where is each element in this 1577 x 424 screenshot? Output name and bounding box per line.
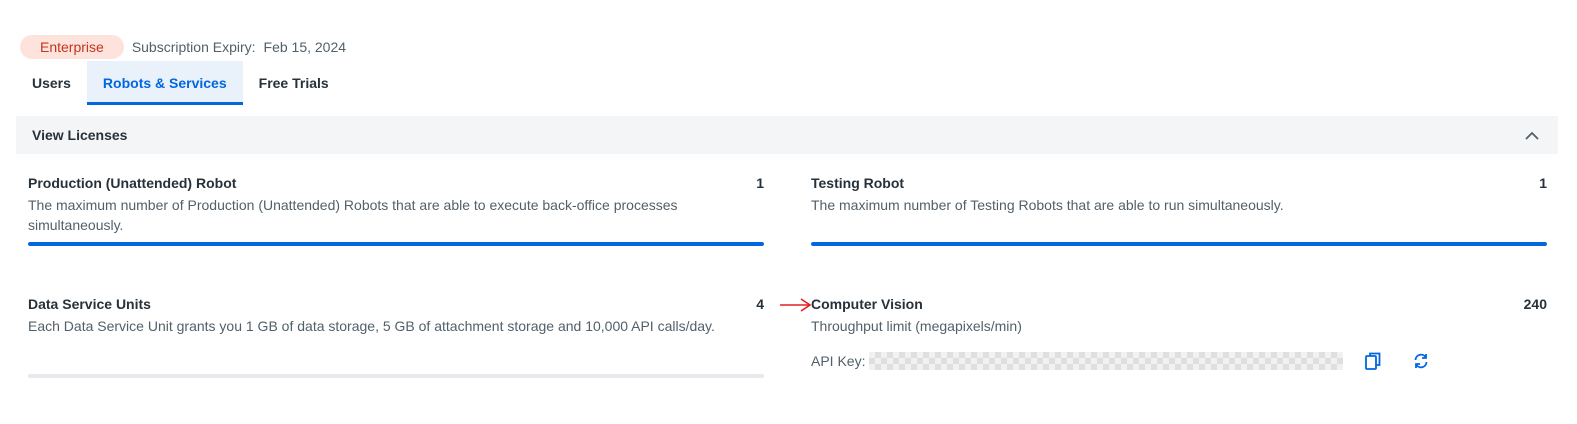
api-key-label: API Key:	[811, 353, 866, 369]
license-usage-fill	[28, 242, 764, 246]
license-description: The maximum number of Production (Unatte…	[28, 197, 678, 233]
subscription-expiry-value: Feb 15, 2024	[263, 39, 347, 55]
license-count: 1	[756, 175, 764, 191]
tab-users[interactable]: Users	[16, 61, 87, 105]
api-key-masked-value	[869, 352, 1344, 370]
tab-robots-and-services[interactable]: Robots & Services	[86, 61, 243, 105]
tab-free-trials[interactable]: Free Trials	[243, 61, 345, 105]
copy-icon[interactable]	[1361, 349, 1385, 373]
license-title: Computer Vision	[811, 296, 923, 312]
subscription-header: Enterprise Subscription Expiry: Feb 15, …	[20, 35, 346, 59]
arrow-right-icon	[780, 298, 812, 312]
license-card-production-robot: Production (Unattended) Robot 1 The maxi…	[28, 175, 764, 235]
api-key-row: API Key:	[811, 348, 1433, 374]
subscription-expiry-label: Subscription Expiry:	[131, 39, 256, 55]
license-title: Data Service Units	[28, 296, 151, 312]
refresh-icon[interactable]	[1409, 349, 1433, 373]
license-count: 240	[1523, 296, 1547, 312]
license-usage-bar	[28, 374, 764, 378]
license-usage-bar	[811, 242, 1547, 246]
tab-bar: Users Robots & Services Free Trials	[16, 61, 345, 105]
view-licenses-panel-header[interactable]: View Licenses	[16, 116, 1558, 154]
license-card-data-service-units: Data Service Units 4 Each Data Service U…	[28, 296, 764, 336]
license-description: Throughput limit (megapixels/min)	[811, 318, 1022, 334]
license-card-testing-robot: Testing Robot 1 The maximum number of Te…	[811, 175, 1547, 215]
license-count: 1	[1539, 175, 1547, 191]
license-count: 4	[756, 296, 764, 312]
license-card-computer-vision: Computer Vision 240 Throughput limit (me…	[811, 296, 1547, 336]
license-description: The maximum number of Testing Robots tha…	[811, 197, 1284, 213]
license-usage-fill	[811, 242, 1547, 246]
plan-badge: Enterprise	[20, 35, 124, 59]
license-title: Testing Robot	[811, 175, 905, 191]
chevron-up-icon[interactable]	[1524, 127, 1540, 143]
panel-title: View Licenses	[32, 127, 128, 143]
license-title: Production (Unattended) Robot	[28, 175, 237, 191]
license-usage-bar	[28, 242, 764, 246]
license-description: Each Data Service Unit grants you 1 GB o…	[28, 318, 715, 334]
